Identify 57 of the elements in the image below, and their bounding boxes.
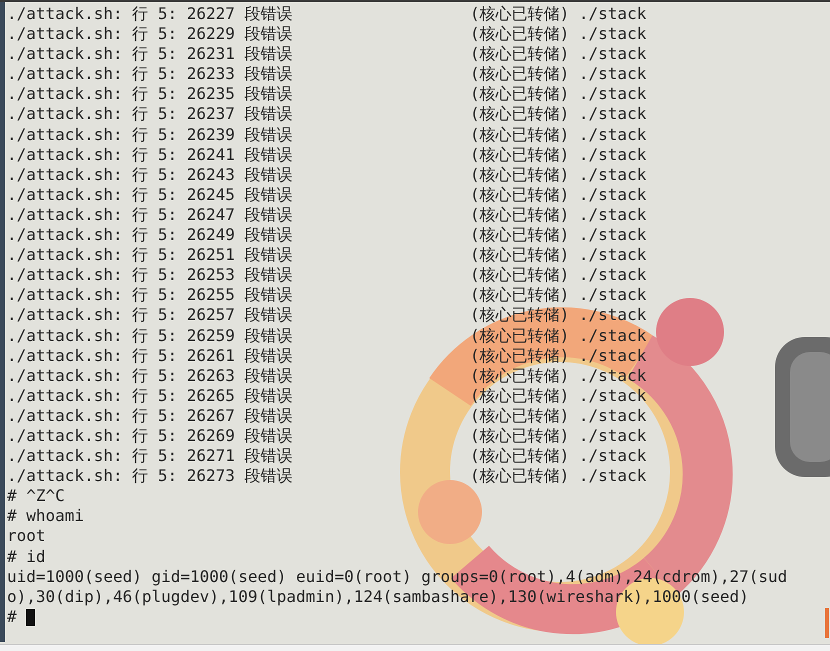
error-message: ./attack.sh: 行 5: 26265 段错误: [7, 386, 294, 406]
core-dump-note: (核心已转储) ./stack: [470, 366, 646, 386]
core-dump-note: (核心已转储) ./stack: [470, 64, 646, 84]
error-message: ./attack.sh: 行 5: 26259 段错误: [7, 326, 294, 346]
core-dump-note: (核心已转储) ./stack: [470, 386, 646, 406]
core-dump-note: (核心已转储) ./stack: [470, 466, 646, 486]
core-dump-note: (核心已转储) ./stack: [470, 225, 646, 246]
error-message: ./attack.sh: 行 5: 26253 段错误: [7, 265, 294, 286]
core-dump-note: (核心已转储) ./stack: [470, 326, 646, 346]
terminal-line: o),30(dip),46(plugdev),109(lpadmin),124(sambashare),130(wireshark),1000(seed): [7, 586, 749, 607]
error-message: ./attack.sh: 行 5: 26237 段错误: [7, 104, 294, 125]
core-dump-note: (核心已转储) ./stack: [470, 144, 646, 165]
core-dump-note: (核心已转储) ./stack: [470, 44, 646, 64]
core-dump-note: (核心已转储) ./stack: [470, 265, 646, 286]
terminal-line: # whoami: [7, 506, 84, 526]
core-dump-note: (核心已转储) ./stack: [470, 204, 646, 226]
core-dump-note: (核心已转储) ./stack: [470, 305, 646, 326]
terminal-line: root: [7, 526, 46, 547]
core-dump-note: (核心已转储) ./stack: [470, 285, 646, 306]
error-message: ./attack.sh: 行 5: 26271 段错误: [7, 446, 294, 466]
core-dump-note: (核心已转储) ./stack: [470, 184, 646, 205]
error-message: ./attack.sh: 行 5: 26273 段错误: [7, 466, 294, 486]
error-message: ./attack.sh: 行 5: 26245 段错误: [7, 184, 294, 205]
core-dump-note: (核心已转储) ./stack: [470, 84, 646, 104]
core-dump-note: (核心已转储) ./stack: [470, 124, 646, 145]
error-message: ./attack.sh: 行 5: 26233 段错误: [7, 64, 294, 84]
core-dump-note: (核心已转储) ./stack: [470, 406, 646, 426]
error-message: ./attack.sh: 行 5: 26255 段错误: [7, 285, 294, 306]
error-message: ./attack.sh: 行 5: 26249 段错误: [7, 225, 294, 246]
error-message: ./attack.sh: 行 5: 26251 段错误: [7, 245, 294, 266]
error-message: ./attack.sh: 行 5: 26247 段错误: [7, 204, 294, 226]
error-message: ./attack.sh: 行 5: 26243 段错误: [7, 164, 294, 185]
core-dump-note: (核心已转储) ./stack: [470, 164, 646, 185]
core-dump-note: (核心已转储) ./stack: [470, 104, 646, 125]
error-message: ./attack.sh: 行 5: 26267 段错误: [7, 406, 294, 426]
scroll-marker: [825, 608, 829, 638]
error-message: ./attack.sh: 行 5: 26231 段错误: [7, 44, 294, 64]
terminal-line: uid=1000(seed) gid=1000(seed) euid=0(root) groups=0(root),4(adm),24(cdrom),27(sud: [7, 566, 788, 587]
error-message: ./attack.sh: 行 5: 26261 段错误: [7, 346, 294, 366]
core-dump-note: (核心已转储) ./stack: [470, 446, 646, 466]
error-message: ./attack.sh: 行 5: 26239 段错误: [7, 124, 294, 145]
text-cursor: [26, 608, 35, 626]
error-message: ./attack.sh: 行 5: 26235 段错误: [7, 84, 294, 104]
error-message: ./attack.sh: 行 5: 26269 段错误: [7, 426, 294, 446]
error-message: ./attack.sh: 行 5: 26263 段错误: [7, 366, 294, 386]
core-dump-note: (核心已转储) ./stack: [470, 245, 646, 266]
core-dump-note: (核心已转储) ./stack: [470, 426, 646, 446]
error-message: ./attack.sh: 行 5: 26257 段错误: [7, 305, 294, 326]
core-dump-note: (核心已转储) ./stack: [470, 346, 646, 366]
shell-prompt: #: [7, 606, 17, 627]
error-message: ./attack.sh: 行 5: 26229 段错误: [7, 24, 294, 44]
core-dump-note: (核心已转储) ./stack: [470, 24, 646, 44]
terminal-line: # id: [7, 546, 46, 567]
error-message: ./attack.sh: 行 5: 26227 段错误: [7, 4, 294, 24]
error-message: ./attack.sh: 行 5: 26241 段错误: [7, 144, 294, 165]
terminal-line: # ^Z^C: [7, 486, 65, 506]
core-dump-note: (核心已转储) ./stack: [470, 4, 646, 24]
